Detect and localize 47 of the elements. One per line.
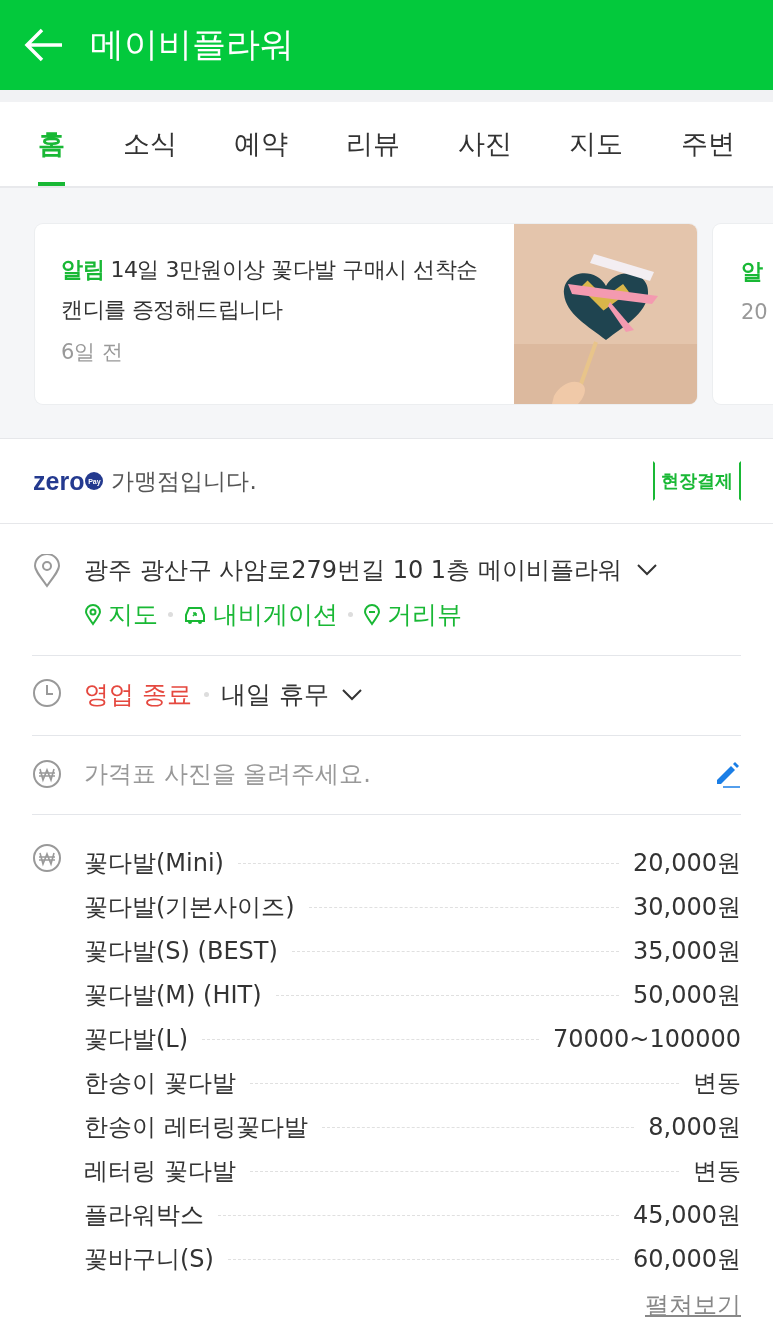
street-view-pin-icon xyxy=(363,603,381,626)
notice-time: 6일 전 xyxy=(61,339,125,366)
price-value: 변동 xyxy=(693,1156,741,1187)
price-value: 20,000원 xyxy=(633,848,741,879)
expand-link[interactable]: 펼쳐보기 xyxy=(645,1289,741,1321)
notice-card[interactable]: 알림 14일 3만원이상 꽃다발 구매시 선착순 캔디를 증정해드립니다 6일 전 xyxy=(35,224,697,404)
clock-icon xyxy=(32,678,62,708)
tab[interactable]: 사진 xyxy=(457,102,512,186)
price-value: 45,000원 xyxy=(633,1200,741,1231)
won-icon xyxy=(32,843,62,873)
won-icon xyxy=(32,759,62,789)
tab[interactable]: 주변 xyxy=(680,102,735,186)
price-value: 50,000원 xyxy=(633,980,741,1011)
notice-text: 알림 14일 3만원이상 꽃다발 구매시 선착순 캔디를 증정해드립니다 xyxy=(61,256,479,324)
business-status: 영업 종료 xyxy=(84,679,192,711)
price-item-name: 레터링 꽃다발 xyxy=(84,1156,236,1187)
car-icon xyxy=(183,604,207,625)
price-item-name: 꽃바구니(S) xyxy=(84,1244,214,1275)
price-item-name: 꽃다발(기본사이즈) xyxy=(84,892,295,923)
price-item-name: 플라워박스 xyxy=(84,1200,204,1231)
tab[interactable]: 예약 xyxy=(234,102,289,186)
tab[interactable]: 리뷰 xyxy=(345,102,400,186)
price-item-name: 꽃다발(M) (HIT) xyxy=(84,980,262,1011)
tab[interactable]: 소식 xyxy=(122,102,177,186)
price-value: 60,000원 xyxy=(633,1244,741,1275)
price-item-name: 꽃다발(Mini) xyxy=(84,848,224,879)
price-value: 70000~100000 xyxy=(552,1025,741,1053)
notice-time: 20 xyxy=(741,300,769,324)
chevron-down-icon[interactable] xyxy=(340,687,363,702)
price-item-name: 꽃다발(S) (BEST) xyxy=(84,936,278,967)
price-value: 변동 xyxy=(693,1068,741,1099)
map-pin-icon xyxy=(84,603,102,626)
price-value: 30,000원 xyxy=(633,892,741,923)
business-hours-detail: 내일 휴무 xyxy=(220,679,329,711)
price-item-name: 한송이 레터링꽃다발 xyxy=(84,1112,308,1143)
chevron-down-icon[interactable] xyxy=(635,563,658,577)
merchant-text: 가맹점입니다. xyxy=(111,466,257,496)
page-title: 메이비플라워 xyxy=(90,23,294,66)
price-item-name: 한송이 꽃다발 xyxy=(84,1068,236,1099)
location-pin-icon xyxy=(33,554,61,588)
address-text: 광주 광산구 사암로279번길 10 1층 메이비플라워 xyxy=(84,555,622,586)
price-value: 8,000원 xyxy=(648,1112,741,1143)
payment-badge: 현장결제 xyxy=(653,461,741,501)
price-item-name: 꽃다발(L) xyxy=(84,1024,189,1055)
tab[interactable]: 지도 xyxy=(569,102,624,186)
notice-text: 알 xyxy=(741,258,764,286)
price-value: 35,000원 xyxy=(633,936,741,967)
